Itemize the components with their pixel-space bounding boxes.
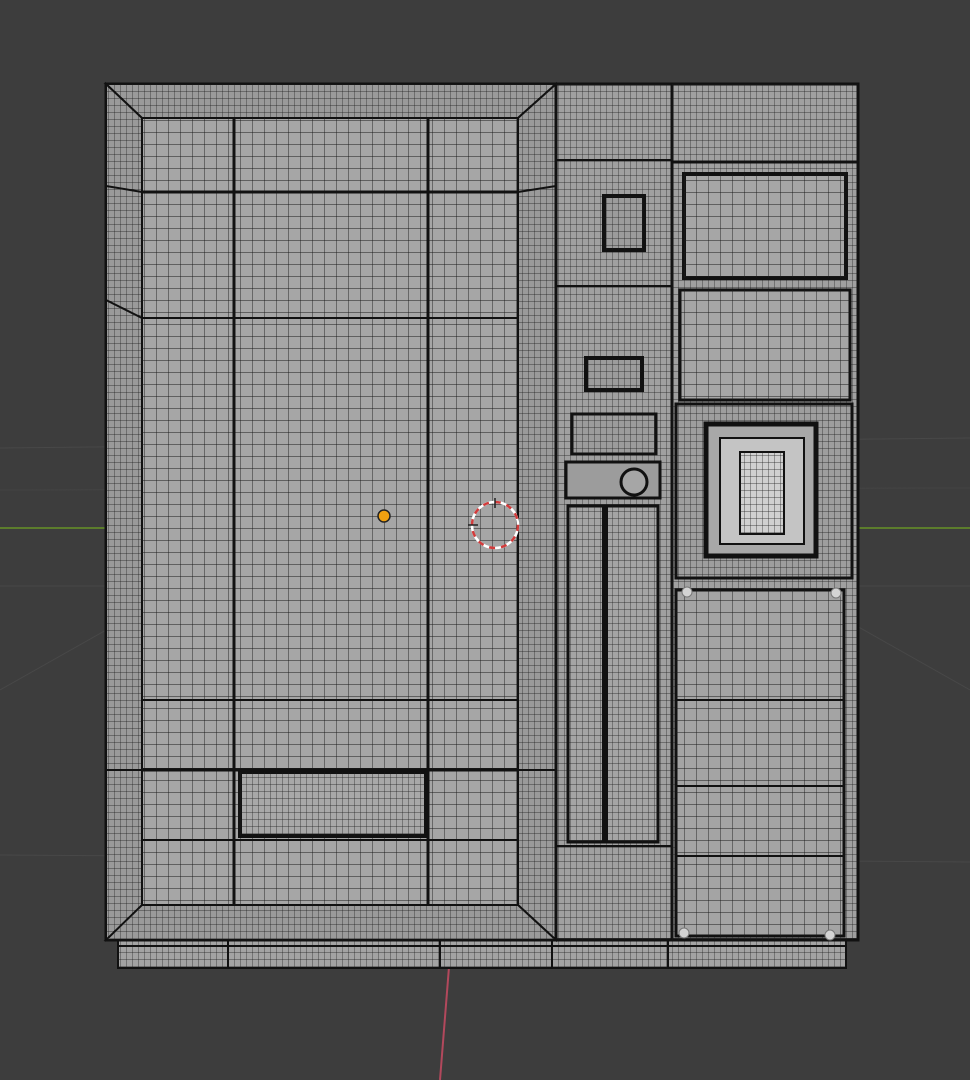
middle-column[interactable]: [554, 82, 674, 942]
vertex-point[interactable]: [830, 587, 842, 599]
vertex-point[interactable]: [681, 586, 693, 598]
object-origin-icon[interactable]: [377, 509, 391, 523]
left-door-panel[interactable]: [103, 81, 559, 943]
middle-knob[interactable]: [619, 467, 649, 497]
vertex-point[interactable]: [824, 929, 836, 941]
right-column[interactable]: [670, 82, 860, 942]
vertex-point[interactable]: [678, 927, 690, 939]
3d-viewport[interactable]: [0, 0, 970, 1080]
mesh-object[interactable]: [103, 81, 860, 969]
